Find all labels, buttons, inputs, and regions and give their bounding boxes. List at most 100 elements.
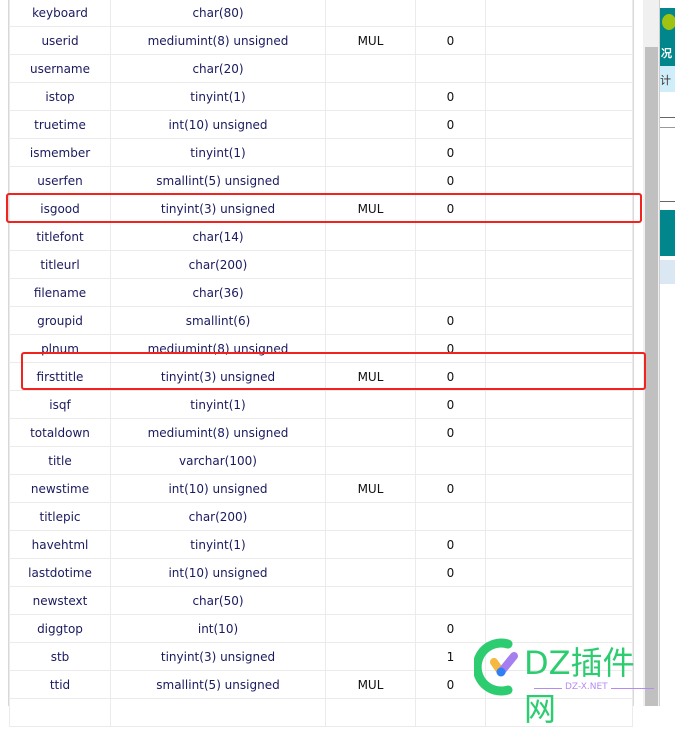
- watermark-logo-icon: [474, 638, 518, 696]
- field-key-cell: MUL: [325, 26, 416, 55]
- field-name-cell: titlefont: [9, 222, 111, 251]
- watermark-subtitle: DZ-X.NET: [562, 682, 611, 692]
- field-default-cell: 0: [415, 26, 486, 55]
- field-name-cell: titleurl: [9, 250, 111, 279]
- field-name-cell: title: [9, 446, 111, 475]
- field-key-cell: [325, 530, 416, 559]
- field-key-cell: [325, 642, 416, 671]
- highlight-box-isgood: [6, 193, 642, 223]
- field-key-cell: [325, 698, 416, 727]
- field-key-cell: [325, 166, 416, 195]
- field-name-cell: ttid: [9, 670, 111, 699]
- field-type-cell: char(36): [110, 278, 326, 307]
- field-name-cell: newstext: [9, 586, 111, 615]
- field-extra-cell: [485, 138, 633, 167]
- table-row: keyboard char(80): [9, 0, 633, 27]
- field-type-cell: [110, 698, 326, 727]
- table-row: istop tinyint(1) 0: [9, 82, 633, 111]
- field-name-cell: [9, 698, 111, 727]
- field-default-cell: 0: [415, 474, 486, 503]
- field-name-cell: newstime: [9, 474, 111, 503]
- field-default-cell: [415, 54, 486, 83]
- field-key-cell: [325, 278, 416, 307]
- field-default-cell: 0: [415, 558, 486, 587]
- field-name-cell: diggtop: [9, 614, 111, 643]
- field-type-cell: smallint(5) unsigned: [110, 670, 326, 699]
- field-type-cell: tinyint(1): [110, 82, 326, 111]
- field-key-cell: MUL: [325, 474, 416, 503]
- field-default-cell: [415, 586, 486, 615]
- background-text: 计: [660, 74, 671, 87]
- field-key-cell: [325, 110, 416, 139]
- field-extra-cell: [485, 418, 633, 447]
- background-text: 况: [661, 47, 672, 60]
- field-type-cell: char(20): [110, 54, 326, 83]
- field-name-cell: userfen: [9, 166, 111, 195]
- orb-icon: [662, 14, 675, 30]
- table-row: titleurl char(200): [9, 250, 633, 279]
- field-extra-cell: [485, 502, 633, 531]
- field-key-cell: [325, 138, 416, 167]
- background-subheader: [660, 260, 675, 284]
- background-divider: [660, 127, 675, 128]
- field-extra-cell: [485, 586, 633, 615]
- left-panel-edge: [0, 0, 9, 706]
- field-key-cell: [325, 502, 416, 531]
- field-name-cell: titlepic: [9, 502, 111, 531]
- table-row: ismember tinyint(1) 0: [9, 138, 633, 167]
- field-name-cell: totaldown: [9, 418, 111, 447]
- field-name-cell: stb: [9, 642, 111, 671]
- table-row: title varchar(100): [9, 446, 633, 475]
- field-default-cell: 0: [415, 530, 486, 559]
- field-default-cell: 0: [415, 110, 486, 139]
- table-row: newstext char(50): [9, 586, 633, 615]
- table-row: titlefont char(14): [9, 222, 633, 251]
- field-type-cell: tinyint(1): [110, 390, 326, 419]
- field-default-cell: 0: [415, 418, 486, 447]
- field-key-cell: [325, 54, 416, 83]
- field-key-cell: [325, 586, 416, 615]
- field-extra-cell: [485, 82, 633, 111]
- field-extra-cell: [485, 278, 633, 307]
- field-default-cell: [415, 278, 486, 307]
- field-type-cell: char(200): [110, 502, 326, 531]
- field-extra-cell: [485, 26, 633, 55]
- field-type-cell: tinyint(3) unsigned: [110, 642, 326, 671]
- field-default-cell: 0: [415, 82, 486, 111]
- field-name-cell: lastdotime: [9, 558, 111, 587]
- field-default-cell: [415, 222, 486, 251]
- field-type-cell: int(10): [110, 614, 326, 643]
- field-extra-cell: [485, 558, 633, 587]
- field-key-cell: [325, 222, 416, 251]
- field-type-cell: smallint(6): [110, 306, 326, 335]
- field-default-cell: 0: [415, 166, 486, 195]
- field-key-cell: [325, 0, 416, 27]
- field-type-cell: int(10) unsigned: [110, 474, 326, 503]
- field-key-cell: [325, 418, 416, 447]
- field-default-cell: [415, 446, 486, 475]
- field-extra-cell: [485, 110, 633, 139]
- field-key-cell: [325, 250, 416, 279]
- field-name-cell: ismember: [9, 138, 111, 167]
- field-extra-cell: [485, 250, 633, 279]
- table-row: havehtml tinyint(1) 0: [9, 530, 633, 559]
- background-header-bar: [660, 210, 675, 256]
- field-default-cell: [415, 0, 486, 27]
- field-name-cell: groupid: [9, 306, 111, 335]
- field-key-cell: [325, 558, 416, 587]
- field-extra-cell: [485, 166, 633, 195]
- field-default-cell: [415, 250, 486, 279]
- field-default-cell: 0: [415, 390, 486, 419]
- background-divider: [660, 117, 675, 118]
- field-extra-cell: [485, 222, 633, 251]
- field-key-cell: [325, 614, 416, 643]
- field-name-cell: havehtml: [9, 530, 111, 559]
- scrollbar-thumb[interactable]: [645, 47, 658, 706]
- field-key-cell: [325, 390, 416, 419]
- field-type-cell: smallint(5) unsigned: [110, 166, 326, 195]
- field-extra-cell: [485, 446, 633, 475]
- table-row: isqf tinyint(1) 0: [9, 390, 633, 419]
- field-extra-cell: [485, 530, 633, 559]
- field-type-cell: tinyint(1): [110, 530, 326, 559]
- table-row: userfen smallint(5) unsigned 0: [9, 166, 633, 195]
